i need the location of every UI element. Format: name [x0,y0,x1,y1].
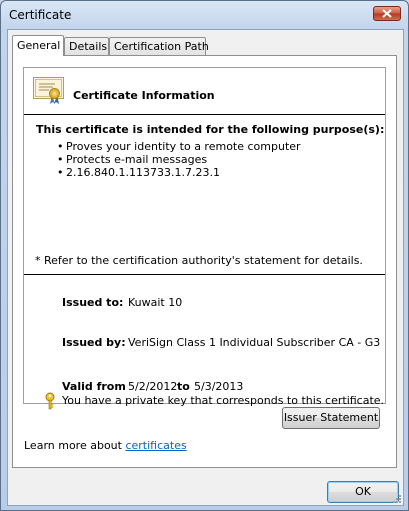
issued-by-label: Issued by: [62,336,126,349]
certificate-info-frame: Certificate Information This certificate… [23,67,386,404]
certificate-icon [33,77,64,104]
dialog-body: General Details Certification Path Certi… [7,29,404,506]
resize-grip-icon[interactable] [392,494,402,504]
purpose-text: Protects e-mail messages [66,153,208,166]
bullet: • [57,166,64,179]
title-bar: Certificate [1,1,408,29]
certificate-info-title: Certificate Information [73,89,215,102]
issued-by-value: VeriSign Class 1 Individual Subscriber C… [128,336,381,349]
divider [24,274,385,275]
purpose-list: • Proves your identity to a remote comput… [57,140,301,179]
divider [24,114,385,115]
ok-button[interactable]: OK [327,481,399,503]
close-icon [382,9,392,18]
key-icon [45,392,55,410]
tab-details[interactable]: Details [64,37,109,55]
valid-from-value: 5/2/2012 [128,380,178,393]
issued-to-value: Kuwait 10 [128,296,183,309]
certificate-dialog: Certificate General Details Certificatio… [0,0,409,511]
tab-general[interactable]: General [12,35,64,56]
learn-more-text: Learn more about [24,439,122,452]
private-key-note: You have a private key that corresponds … [62,394,385,407]
issued-to-label: Issued to: [62,296,124,309]
tab-certification-path[interactable]: Certification Path [109,37,209,55]
general-tab-panel: Certificate Information This certificate… [12,55,397,468]
valid-to-value: 5/3/2013 [194,380,244,393]
list-item: • 2.16.840.1.113733.1.7.23.1 [57,166,301,179]
refer-note: * Refer to the certification authority's… [35,254,363,267]
learn-more: Learn more about certificates [24,439,187,452]
bullet: • [57,153,64,166]
window-title: Certificate [9,8,72,22]
valid-to-label: to [177,380,190,393]
list-item: • Proves your identity to a remote comput… [57,140,301,153]
bullet: • [57,140,64,153]
list-item: • Protects e-mail messages [57,153,301,166]
purpose-text: 2.16.840.1.113733.1.7.23.1 [66,166,220,179]
issuer-statement-button[interactable]: Issuer Statement [282,407,380,429]
purpose-text: Proves your identity to a remote compute… [66,140,301,153]
purpose-heading: This certificate is intended for the fol… [36,123,385,136]
close-button[interactable] [373,6,401,21]
valid-from-label: Valid from [62,380,126,393]
certificates-link[interactable]: certificates [125,439,186,452]
